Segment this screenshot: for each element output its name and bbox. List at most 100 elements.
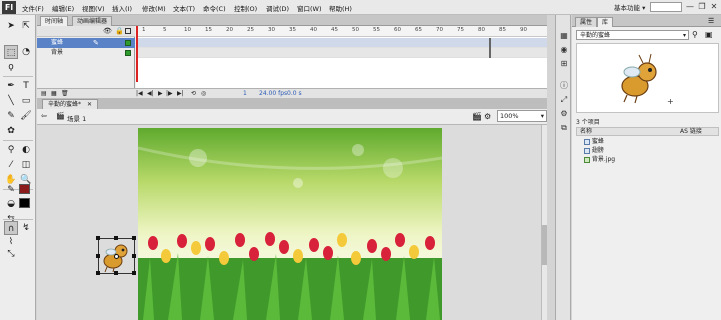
layer-row-background[interactable]: 背景 — [37, 48, 135, 58]
paint-bucket-tool-icon[interactable]: ◐ — [19, 143, 33, 157]
tab-library[interactable]: 库 — [597, 17, 614, 27]
linkage-column-header[interactable]: AS 链接 — [680, 128, 702, 136]
zoom-select[interactable]: 100% ▾ — [497, 110, 547, 122]
bitmap-icon — [584, 156, 590, 163]
transform-handle[interactable] — [114, 236, 118, 240]
bee-instance[interactable] — [96, 236, 136, 275]
frame-row[interactable] — [136, 48, 547, 58]
layer-name[interactable]: 蜜蜂 — [51, 39, 63, 46]
stage-background-image[interactable] — [138, 128, 442, 320]
menu-modify[interactable]: 修改(M) — [142, 3, 166, 13]
menu-debug[interactable]: 调试(D) — [266, 3, 289, 13]
end-frame-marker — [488, 38, 491, 58]
scroll-thumb[interactable] — [542, 225, 547, 265]
transform-handle[interactable] — [96, 271, 100, 275]
layer-name[interactable]: 背景 — [51, 49, 63, 56]
menu-edit[interactable]: 编辑(E) — [52, 3, 74, 13]
eyedropper-tool-icon[interactable]: ⁄ — [4, 158, 18, 172]
close-tab-icon[interactable]: ✕ — [87, 101, 92, 108]
text-tool-icon[interactable]: T — [19, 79, 33, 93]
close-button[interactable]: ✕ — [708, 1, 720, 13]
frame-ruler[interactable]: 1 5 10 15 20 25 30 35 40 45 50 55 60 65 … — [136, 26, 547, 37]
tab-properties[interactable]: 属性 — [575, 17, 598, 27]
snap-to-objects-icon[interactable]: ∩ — [4, 221, 18, 235]
library-item-name[interactable]: 背景.jpg — [592, 156, 615, 163]
components-panel-icon[interactable]: ⧉ — [559, 123, 569, 133]
edit-symbol-icon[interactable]: ⚙ — [484, 112, 491, 121]
document-title[interactable]: 辛勤的蜜蜂* — [48, 101, 81, 108]
pen-tool-icon[interactable]: ✒ — [4, 79, 18, 93]
tab-motion-editor[interactable]: 动画编辑器 — [72, 16, 113, 26]
brush-tool-icon[interactable]: 🖌 — [19, 109, 33, 123]
3d-rotation-tool-icon[interactable]: ◔ — [19, 45, 33, 59]
scene-label[interactable]: 场景 1 — [67, 113, 86, 123]
transform-handle[interactable] — [132, 254, 136, 258]
library-item-name[interactable]: 翅膀 — [592, 147, 604, 154]
minimize-button[interactable]: — — [684, 1, 696, 13]
bone-tool-icon[interactable]: ⚲ — [4, 143, 18, 157]
library-document-name[interactable]: 辛勤的蜜蜂 — [580, 32, 610, 39]
transform-handle[interactable] — [96, 254, 100, 258]
subselection-tool-icon[interactable]: ⇱ — [19, 19, 33, 33]
restore-button[interactable]: ❐ — [696, 1, 708, 13]
selection-tool-icon[interactable]: ➤ — [4, 19, 18, 33]
smooth-icon[interactable]: ↯ — [19, 221, 33, 235]
info-panel-icon[interactable]: ⓘ — [559, 81, 569, 91]
lasso-tool-icon[interactable]: ϙ — [4, 60, 18, 74]
playhead[interactable] — [136, 26, 138, 82]
menu-control[interactable]: 控制(O) — [234, 3, 257, 13]
deco-tool-icon[interactable]: ✿ — [4, 124, 18, 138]
tab-timeline[interactable]: 时间轴 — [40, 16, 69, 26]
stroke-color-icon[interactable]: ✎ — [4, 183, 18, 197]
new-library-panel-icon[interactable]: ▣ — [705, 30, 713, 39]
library-item[interactable]: 背景.jpg — [584, 155, 615, 164]
transform-panel-icon[interactable]: ⤢ — [559, 95, 569, 105]
menu-help[interactable]: 帮助(H) — [329, 3, 352, 13]
back-arrow-icon[interactable]: ⇦ — [41, 112, 47, 120]
lock-icon[interactable]: 🔒 — [115, 27, 124, 35]
transform-handle[interactable] — [132, 236, 136, 240]
free-transform-tool-icon[interactable]: ⬚ — [4, 45, 18, 59]
document-tab[interactable]: 辛勤的蜜蜂* ✕ — [42, 99, 98, 109]
menu-text[interactable]: 文本(T) — [173, 3, 195, 13]
outline-icon[interactable] — [125, 28, 131, 34]
menu-window[interactable]: 窗口(W) — [297, 3, 322, 13]
fill-color-icon[interactable]: ◒ — [4, 197, 18, 211]
transform-point[interactable] — [114, 254, 119, 259]
name-column-header[interactable]: 名称 — [580, 128, 592, 136]
library-document-select[interactable]: 辛勤的蜜蜂 ▾ — [576, 30, 689, 40]
workspace-switcher[interactable]: 基本功能 ▾ — [614, 2, 645, 12]
panel-menu-icon[interactable]: ☰ — [708, 17, 714, 25]
fill-color-swatch[interactable] — [19, 198, 30, 208]
color-panel-icon[interactable]: ▦ — [559, 31, 569, 41]
line-tool-icon[interactable]: ╲ — [4, 94, 18, 108]
menu-insert[interactable]: 插入(I) — [112, 3, 132, 13]
transform-handle[interactable] — [132, 271, 136, 275]
eye-icon[interactable]: 👁 — [103, 27, 112, 35]
eraser-tool-icon[interactable]: ◫ — [19, 158, 33, 172]
layer-color-icon[interactable] — [125, 40, 131, 46]
swatches-panel-icon[interactable]: ◉ — [559, 45, 569, 55]
scale-icon[interactable]: ⤡ — [4, 247, 18, 261]
stroke-color-swatch[interactable] — [19, 184, 30, 194]
code-snippets-icon[interactable]: ⚙ — [559, 109, 569, 119]
transform-handle[interactable] — [114, 271, 118, 275]
search-input[interactable] — [650, 2, 682, 12]
rectangle-tool-icon[interactable]: ▭ — [19, 94, 33, 108]
menu-file[interactable]: 文件(F) — [22, 3, 44, 13]
transform-handle[interactable] — [96, 236, 100, 240]
vertical-scrollbar[interactable] — [541, 125, 547, 320]
library-item[interactable]: 翅膀 — [584, 146, 604, 155]
edit-scene-icon[interactable]: 🎬 — [472, 112, 482, 121]
align-panel-icon[interactable]: ⊞ — [559, 59, 569, 69]
zoom-value[interactable]: 100% — [500, 112, 519, 120]
layer-color-icon[interactable] — [125, 50, 131, 56]
menu-commands[interactable]: 命令(C) — [203, 3, 226, 13]
library-item-name[interactable]: 蜜蜂 — [592, 138, 604, 145]
menu-view[interactable]: 视图(V) — [82, 3, 105, 13]
pencil-tool-icon[interactable]: ✎ — [4, 109, 18, 123]
frame-row[interactable] — [136, 38, 547, 48]
library-item[interactable]: 蜜蜂 — [584, 137, 604, 146]
layer-row-bee[interactable]: 蜜蜂 ✎ — [37, 38, 135, 48]
pin-icon[interactable]: ⚲ — [692, 30, 698, 39]
